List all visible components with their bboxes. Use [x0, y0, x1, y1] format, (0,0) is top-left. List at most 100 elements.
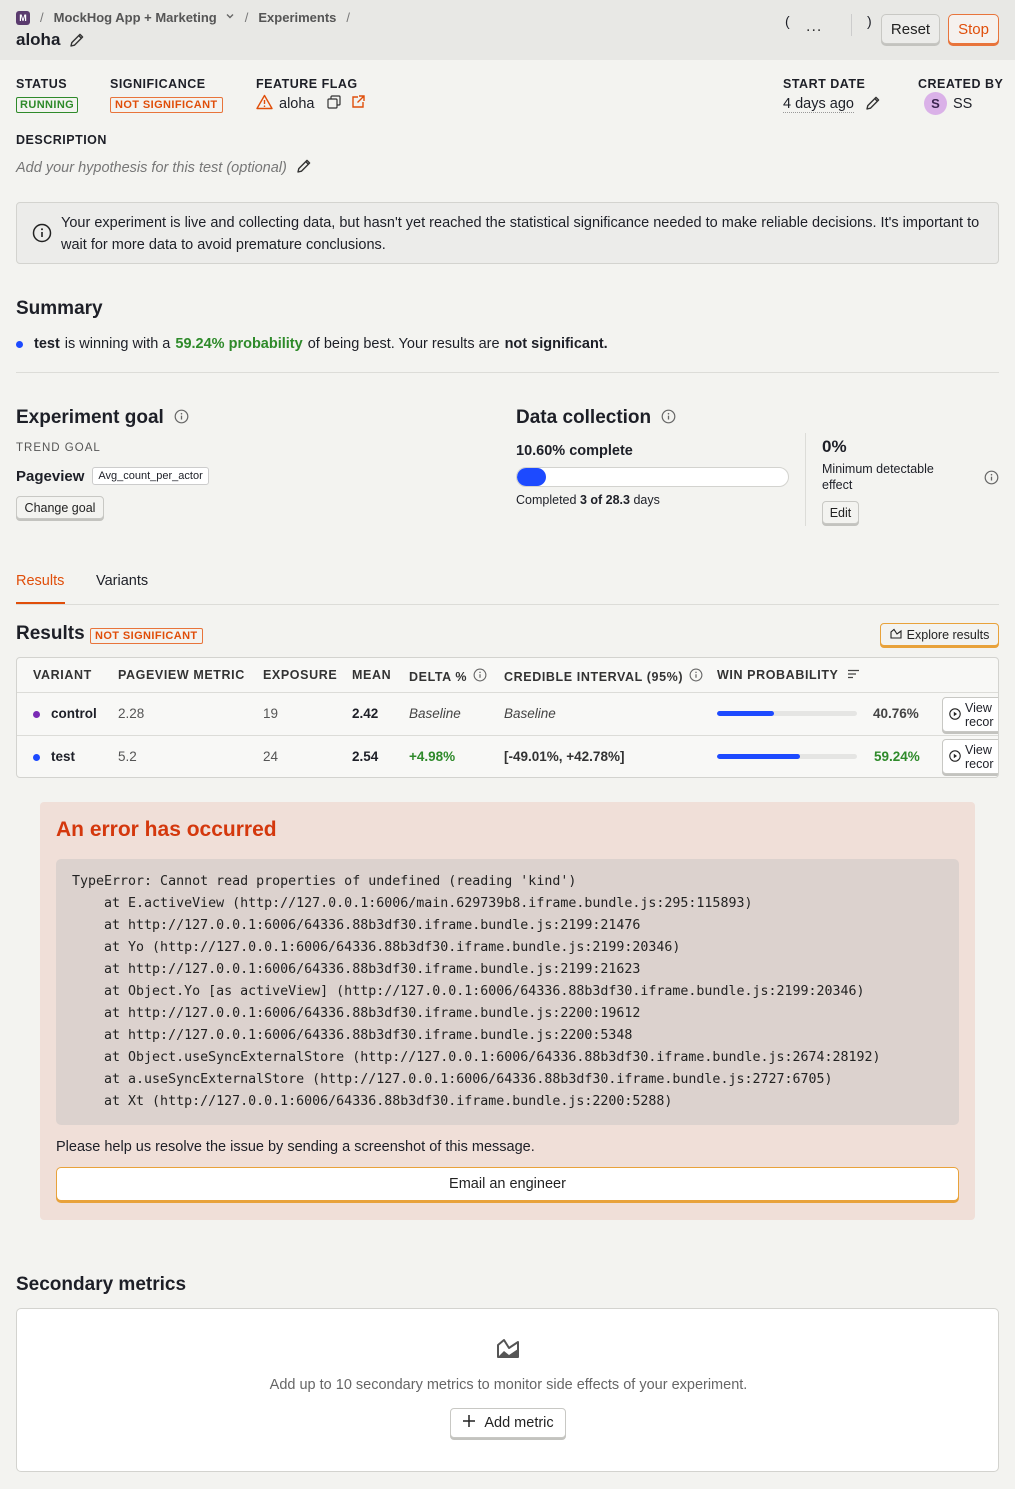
mde-value: 0%	[822, 437, 847, 456]
delta-value: +4.98%	[409, 749, 456, 764]
significance-badge: NOT SIGNIFICANT	[110, 97, 223, 113]
paren-close: )	[867, 13, 872, 29]
edit-date-pencil-icon[interactable]	[864, 94, 882, 115]
warning-icon	[256, 94, 273, 113]
external-link-icon[interactable]	[350, 94, 366, 113]
mean-value: 2.42	[352, 706, 379, 721]
view-recordings-button[interactable]: View recor	[942, 697, 998, 732]
chart-icon	[890, 628, 902, 642]
page-header: M / MockHog App + Marketing / Experiment…	[0, 0, 1015, 60]
reset-button[interactable]: Reset	[881, 14, 940, 44]
created-by-value: SS	[953, 95, 973, 112]
variant-name: control	[51, 706, 97, 721]
breadcrumb: M / MockHog App + Marketing / Experiment…	[16, 10, 354, 25]
column-header-win: WIN PROBABILITY	[717, 668, 860, 682]
variant-dot	[33, 754, 40, 761]
column-header: PAGEVIEW METRIC	[118, 668, 245, 682]
column-header-interval: CREDIBLE INTERVAL (95%)	[504, 668, 703, 685]
copy-icon[interactable]	[326, 94, 342, 113]
win-probability-bar	[717, 754, 857, 759]
column-header: VARIANT	[33, 668, 92, 682]
start-date-value: 4 days ago	[783, 96, 854, 113]
info-icon[interactable]	[473, 668, 487, 685]
secondary-empty-text: Add up to 10 secondary metrics to monito…	[269, 1377, 748, 1393]
explore-results-button[interactable]: Explore results	[880, 623, 999, 646]
info-banner-text: Your experiment is live and collecting d…	[61, 215, 980, 253]
win-probability-value: 59.24%	[874, 749, 920, 764]
info-icon[interactable]	[661, 409, 676, 427]
explore-results-label: Explore results	[906, 627, 990, 642]
chevron-down-icon[interactable]	[225, 11, 235, 24]
sort-icon[interactable]	[847, 668, 860, 682]
significance-label: SIGNIFICANCE	[110, 77, 206, 91]
view-recordings-label: View recor	[965, 700, 994, 729]
collection-progress-bar	[516, 467, 789, 487]
info-icon[interactable]	[689, 668, 703, 685]
breadcrumb-experiments[interactable]: Experiments	[258, 10, 336, 25]
collection-days: Completed 3 of 28.3 days	[516, 493, 660, 507]
error-panel: An error has occurred TypeError: Cannot …	[40, 802, 975, 1220]
description-placeholder[interactable]: Add your hypothesis for this test (optio…	[16, 160, 287, 176]
interval-value: [-49.01%, +42.78%]	[504, 749, 625, 764]
description-row[interactable]: Add your hypothesis for this test (optio…	[16, 157, 313, 178]
project-badge: M	[16, 10, 30, 25]
table-row: control 2.28 19 2.42 Baseline Baseline 4…	[17, 692, 998, 735]
created-by-row: S SS	[924, 92, 972, 115]
info-icon[interactable]	[174, 409, 189, 427]
interval-value: Baseline	[504, 706, 556, 721]
view-recordings-label: View recor	[965, 742, 994, 771]
tab-variants[interactable]: Variants	[96, 573, 148, 589]
error-stack-trace: TypeError: Cannot read properties of und…	[56, 859, 959, 1125]
feature-flag-label: FEATURE FLAG	[256, 77, 358, 91]
column-header: EXPOSURE	[263, 668, 338, 682]
info-icon[interactable]	[984, 470, 999, 488]
email-engineer-button[interactable]: Email an engineer	[56, 1167, 959, 1201]
add-metric-button[interactable]: Add metric	[450, 1408, 566, 1438]
paren-open: (	[785, 13, 790, 29]
feature-flag-key: aloha	[279, 95, 315, 112]
tab-results[interactable]: Results	[16, 573, 64, 589]
breadcrumb-project[interactable]: MockHog App + Marketing	[54, 10, 217, 25]
exposure-value: 19	[263, 706, 279, 721]
feature-flag-row: aloha	[256, 94, 366, 113]
win-probability-bar	[717, 711, 857, 716]
divider	[805, 433, 806, 526]
goal-type-label: TREND GOAL	[16, 442, 101, 454]
collection-progress-fill	[517, 468, 546, 486]
edit-mde-button[interactable]: Edit	[822, 501, 859, 524]
goal-heading-row: Experiment goal	[16, 407, 189, 429]
tab-active-indicator	[16, 602, 65, 604]
exposure-value: 24	[263, 749, 279, 764]
mde-label: Minimum detectable effect	[822, 462, 934, 492]
results-significance-badge: NOT SIGNIFICANT	[90, 628, 203, 644]
edit-pencil-icon[interactable]	[68, 31, 86, 49]
collection-heading: Data collection	[516, 407, 652, 428]
summary-text-2: of being best. Your results are	[307, 336, 500, 352]
change-goal-button[interactable]: Change goal	[16, 496, 104, 519]
goal-metric-row: Pageview Avg_count_per_actor	[16, 467, 209, 485]
start-date-label: START DATE	[783, 77, 866, 91]
summary-line: test is winning with a 59.24% probabilit…	[16, 336, 608, 352]
variant-dot	[16, 340, 23, 348]
secondary-metrics-heading: Secondary metrics	[16, 1274, 187, 1295]
goal-math-tag: Avg_count_per_actor	[92, 467, 209, 485]
info-circle-icon	[32, 223, 52, 246]
plus-icon	[462, 1414, 476, 1432]
divider	[16, 372, 999, 373]
win-probability-fill	[717, 711, 775, 716]
error-heading: An error has occurred	[56, 818, 277, 841]
collection-complete: 10.60% complete	[516, 443, 633, 459]
summary-variant: test	[34, 336, 60, 352]
secondary-metrics-empty-state: Add up to 10 secondary metrics to monito…	[16, 1308, 999, 1472]
add-metric-label: Add metric	[484, 1415, 554, 1431]
results-table: VARIANT PAGEVIEW METRIC EXPOSURE MEAN DE…	[16, 657, 999, 778]
more-menu-icon[interactable]: ...	[806, 18, 822, 36]
stop-button[interactable]: Stop	[948, 14, 999, 44]
variant-name: test	[51, 749, 76, 764]
results-heading: Results	[16, 623, 85, 644]
tabs-divider	[16, 604, 999, 605]
view-recordings-button[interactable]: View recor	[942, 739, 998, 774]
edit-description-pencil-icon[interactable]	[295, 157, 313, 178]
info-banner: Your experiment is live and collecting d…	[16, 202, 999, 264]
metric-value: 2.28	[118, 706, 145, 721]
